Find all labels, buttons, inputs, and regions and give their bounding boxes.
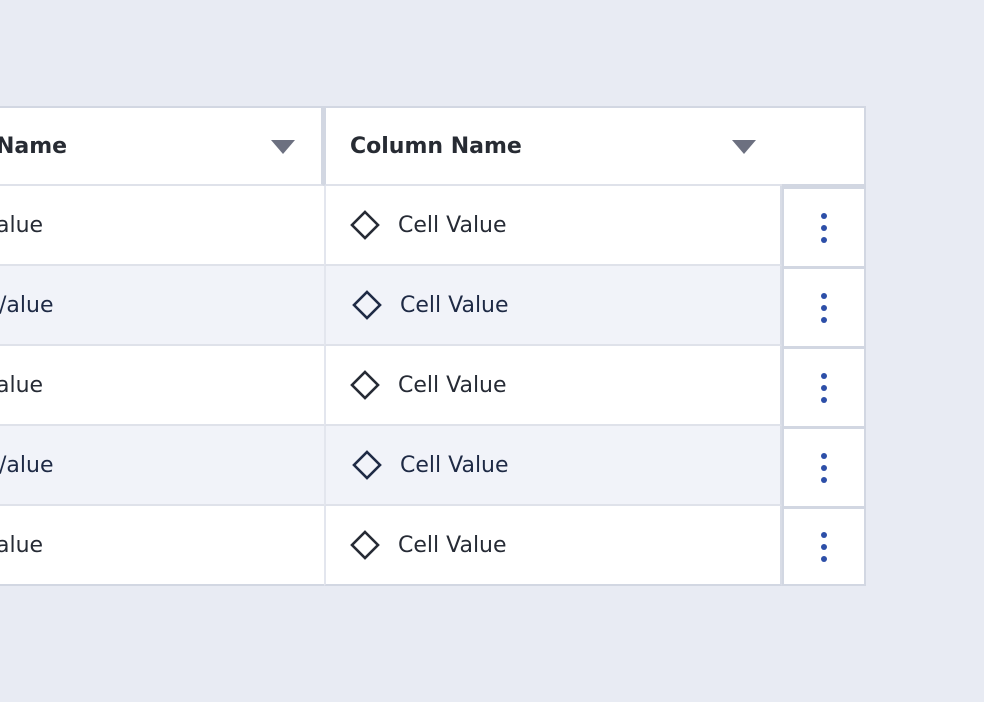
table-cell-name: /alue: [0, 426, 327, 506]
row-actions-cell: [782, 266, 866, 346]
diamond-icon: [350, 370, 380, 400]
cell-value: alue: [0, 532, 44, 558]
kebab-menu-icon[interactable]: [820, 372, 828, 403]
caret-down-icon[interactable]: [271, 140, 295, 154]
caret-down-icon[interactable]: [732, 140, 756, 154]
table-row[interactable]: alue Cell Value: [0, 186, 866, 266]
cell-value: alue: [0, 372, 44, 398]
column-header-label: Column Name: [350, 133, 522, 159]
cell-value: Cell Value: [398, 532, 507, 558]
kebab-menu-icon[interactable]: [820, 531, 828, 562]
column-header-column-name[interactable]: Column Name: [324, 106, 784, 186]
row-actions-cell: [782, 426, 866, 506]
table-cell-column-name: Cell Value: [324, 506, 782, 586]
cell-value: /alue: [0, 292, 54, 318]
diamond-icon: [350, 530, 380, 560]
row-actions-cell: [782, 186, 866, 266]
cell-value: alue: [0, 212, 44, 238]
kebab-menu-icon[interactable]: [820, 452, 828, 483]
column-header-label: Name: [0, 133, 68, 159]
diamond-icon: [350, 210, 380, 240]
cell-value: /alue: [0, 452, 54, 478]
row-actions-cell: [782, 506, 866, 586]
column-header-actions: [782, 106, 866, 186]
table-row[interactable]: /alue Cell Value: [0, 266, 866, 346]
table-header-row: Name Column Name: [0, 106, 866, 186]
column-header-name[interactable]: Name: [0, 106, 324, 186]
cell-value: Cell Value: [398, 372, 507, 398]
kebab-menu-icon[interactable]: [820, 212, 828, 243]
cell-value: Cell Value: [398, 212, 507, 238]
cell-value: Cell Value: [400, 452, 509, 478]
kebab-menu-icon[interactable]: [820, 292, 828, 323]
table-row[interactable]: alue Cell Value: [0, 506, 866, 586]
table-row[interactable]: alue Cell Value: [0, 346, 866, 426]
table-cell-name: alue: [0, 506, 324, 586]
diamond-icon: [352, 290, 382, 320]
table-cell-column-name: Cell Value: [324, 186, 782, 266]
row-actions-cell: [782, 346, 866, 426]
table-row[interactable]: /alue Cell Value: [0, 426, 866, 506]
table-cell-name: /alue: [0, 266, 327, 346]
table-cell-name: alue: [0, 346, 324, 426]
diamond-icon: [352, 450, 382, 480]
data-table: Name Column Name alue Cell Value /alue C…: [0, 106, 866, 586]
table-cell-column-name: Cell Value: [324, 346, 782, 426]
cell-value: Cell Value: [400, 292, 509, 318]
table-cell-column-name: Cell Value: [324, 426, 782, 506]
table-cell-column-name: Cell Value: [324, 266, 782, 346]
table-cell-name: alue: [0, 186, 324, 266]
